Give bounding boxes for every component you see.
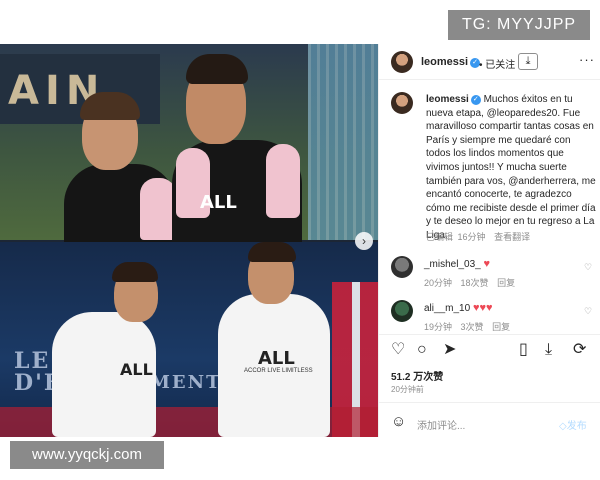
caption-username[interactable]: leomessi — [426, 94, 469, 105]
caption-verified-icon: ✓ — [470, 95, 481, 105]
repost-icon[interactable]: ⟳ — [573, 342, 586, 358]
comment-avatar-2[interactable] — [391, 300, 413, 322]
comment-2-username[interactable]: ali__m_10 — [424, 303, 470, 314]
jersey-logo-right: ALL — [258, 348, 295, 369]
share-icon[interactable]: ➤ — [443, 342, 456, 358]
more-options-icon[interactable]: ··· — [579, 52, 595, 67]
watermark-top-right: TG: MYYJJPP — [448, 10, 590, 40]
fence — [308, 44, 378, 240]
player-left-hair — [80, 92, 140, 120]
caption-avatar[interactable] — [391, 92, 413, 114]
bookmark-icon[interactable]: ▯ — [519, 342, 528, 358]
comment-2-reply[interactable]: 回复 — [492, 322, 510, 332]
watermark-bottom-left: www.yyqckj.com — [10, 441, 164, 469]
post-header: leomessi ✓ • 已关注 ⤓ ··· — [379, 44, 600, 80]
jersey-sponsor-right: ACCOR LIVE LIMITLESS — [244, 368, 313, 374]
comment-1-reply[interactable]: 回复 — [497, 278, 515, 288]
post-comment-button[interactable]: ◇发布 — [559, 417, 587, 432]
player-left-sleeve — [140, 178, 176, 240]
player-white-left-hair — [112, 262, 158, 282]
like-icon[interactable]: ♡ — [391, 342, 405, 358]
follow-label[interactable]: 已关注 — [485, 60, 515, 71]
avatar[interactable] — [391, 51, 413, 73]
comment-2-time: 19分钟 — [424, 322, 453, 332]
comment-1-time: 20分钟 — [424, 278, 453, 288]
player-right-sleeve-2 — [266, 144, 300, 218]
player-right-hair — [186, 54, 248, 84]
translate-link[interactable]: 查看翻译 — [494, 232, 530, 242]
add-comment-input[interactable]: 添加评论... — [417, 417, 465, 432]
comment-2: ali__m_10 ♥♥♥ — [424, 302, 493, 314]
actions-divider — [379, 334, 600, 335]
comment-2-like-icon[interactable]: ♡ — [584, 306, 592, 317]
comment-1-emoji: ♥ — [483, 258, 491, 270]
player-white-right-hair — [248, 242, 296, 262]
comment-1-like-icon[interactable]: ♡ — [584, 262, 592, 273]
photo-bottom-training: LE D'E MENT ALL ALL ACCOR LIVE LIMITLESS — [0, 242, 378, 437]
comment-1: _mishel_03_ ♥ — [424, 258, 490, 270]
download-post-icon[interactable]: ⤓ — [545, 342, 552, 358]
emoji-icon[interactable]: ☺ — [391, 413, 406, 430]
photo-top-training: AIN ALL — [0, 44, 378, 244]
follow-status[interactable]: • 已关注 — [479, 56, 515, 71]
comment-icon[interactable]: ○ — [417, 342, 427, 358]
caption-text: Muchos éxitos en tu nueva etapa, @leopar… — [426, 94, 596, 241]
jersey-logo-top: ALL — [200, 192, 237, 213]
download-icon[interactable]: ⤓ — [518, 53, 538, 70]
post-timestamp: 20分钟前 — [391, 385, 424, 394]
caption-meta: 已编辑 16分钟 查看翻译 — [426, 230, 530, 243]
likes-count[interactable]: 51.2 万次赞 — [391, 368, 443, 383]
comment-1-meta: 20分钟 18次赞 回复 — [424, 276, 515, 289]
header-username-text[interactable]: leomessi — [421, 56, 468, 68]
comment-1-username[interactable]: _mishel_03_ — [424, 259, 481, 270]
comment-2-emoji: ♥♥♥ — [472, 302, 493, 314]
post-sidebar: leomessi ✓ • 已关注 ⤓ ··· leomessi ✓ Muchos é… — [378, 44, 600, 437]
wall-text-line-3: MENT — [150, 372, 222, 393]
jersey-logo-left: ALL — [120, 360, 153, 379]
header-separator: • — [479, 60, 483, 71]
comment-2-meta: 19分钟 3次赞 回复 — [424, 320, 510, 333]
post-photo[interactable]: AIN ALL LE D'E MENT ALL ALL ACCOR LIVE L… — [0, 44, 378, 437]
caption: leomessi ✓ Muchos éxitos en tu nueva etap… — [426, 93, 596, 243]
post-comment-arrow-icon: ◇ — [559, 421, 567, 432]
carousel-next-button[interactable]: › — [355, 232, 373, 250]
comment-box-divider — [379, 402, 600, 403]
header-username[interactable]: leomessi ✓ — [421, 56, 481, 68]
edited-label: 已编辑 — [426, 232, 454, 242]
comment-avatar-1[interactable] — [391, 256, 413, 278]
caption-time: 16分钟 — [457, 232, 486, 242]
comment-1-likes[interactable]: 18次赞 — [461, 278, 489, 288]
post-comment-label[interactable]: 发布 — [567, 421, 587, 432]
comment-2-likes[interactable]: 3次赞 — [461, 322, 484, 332]
